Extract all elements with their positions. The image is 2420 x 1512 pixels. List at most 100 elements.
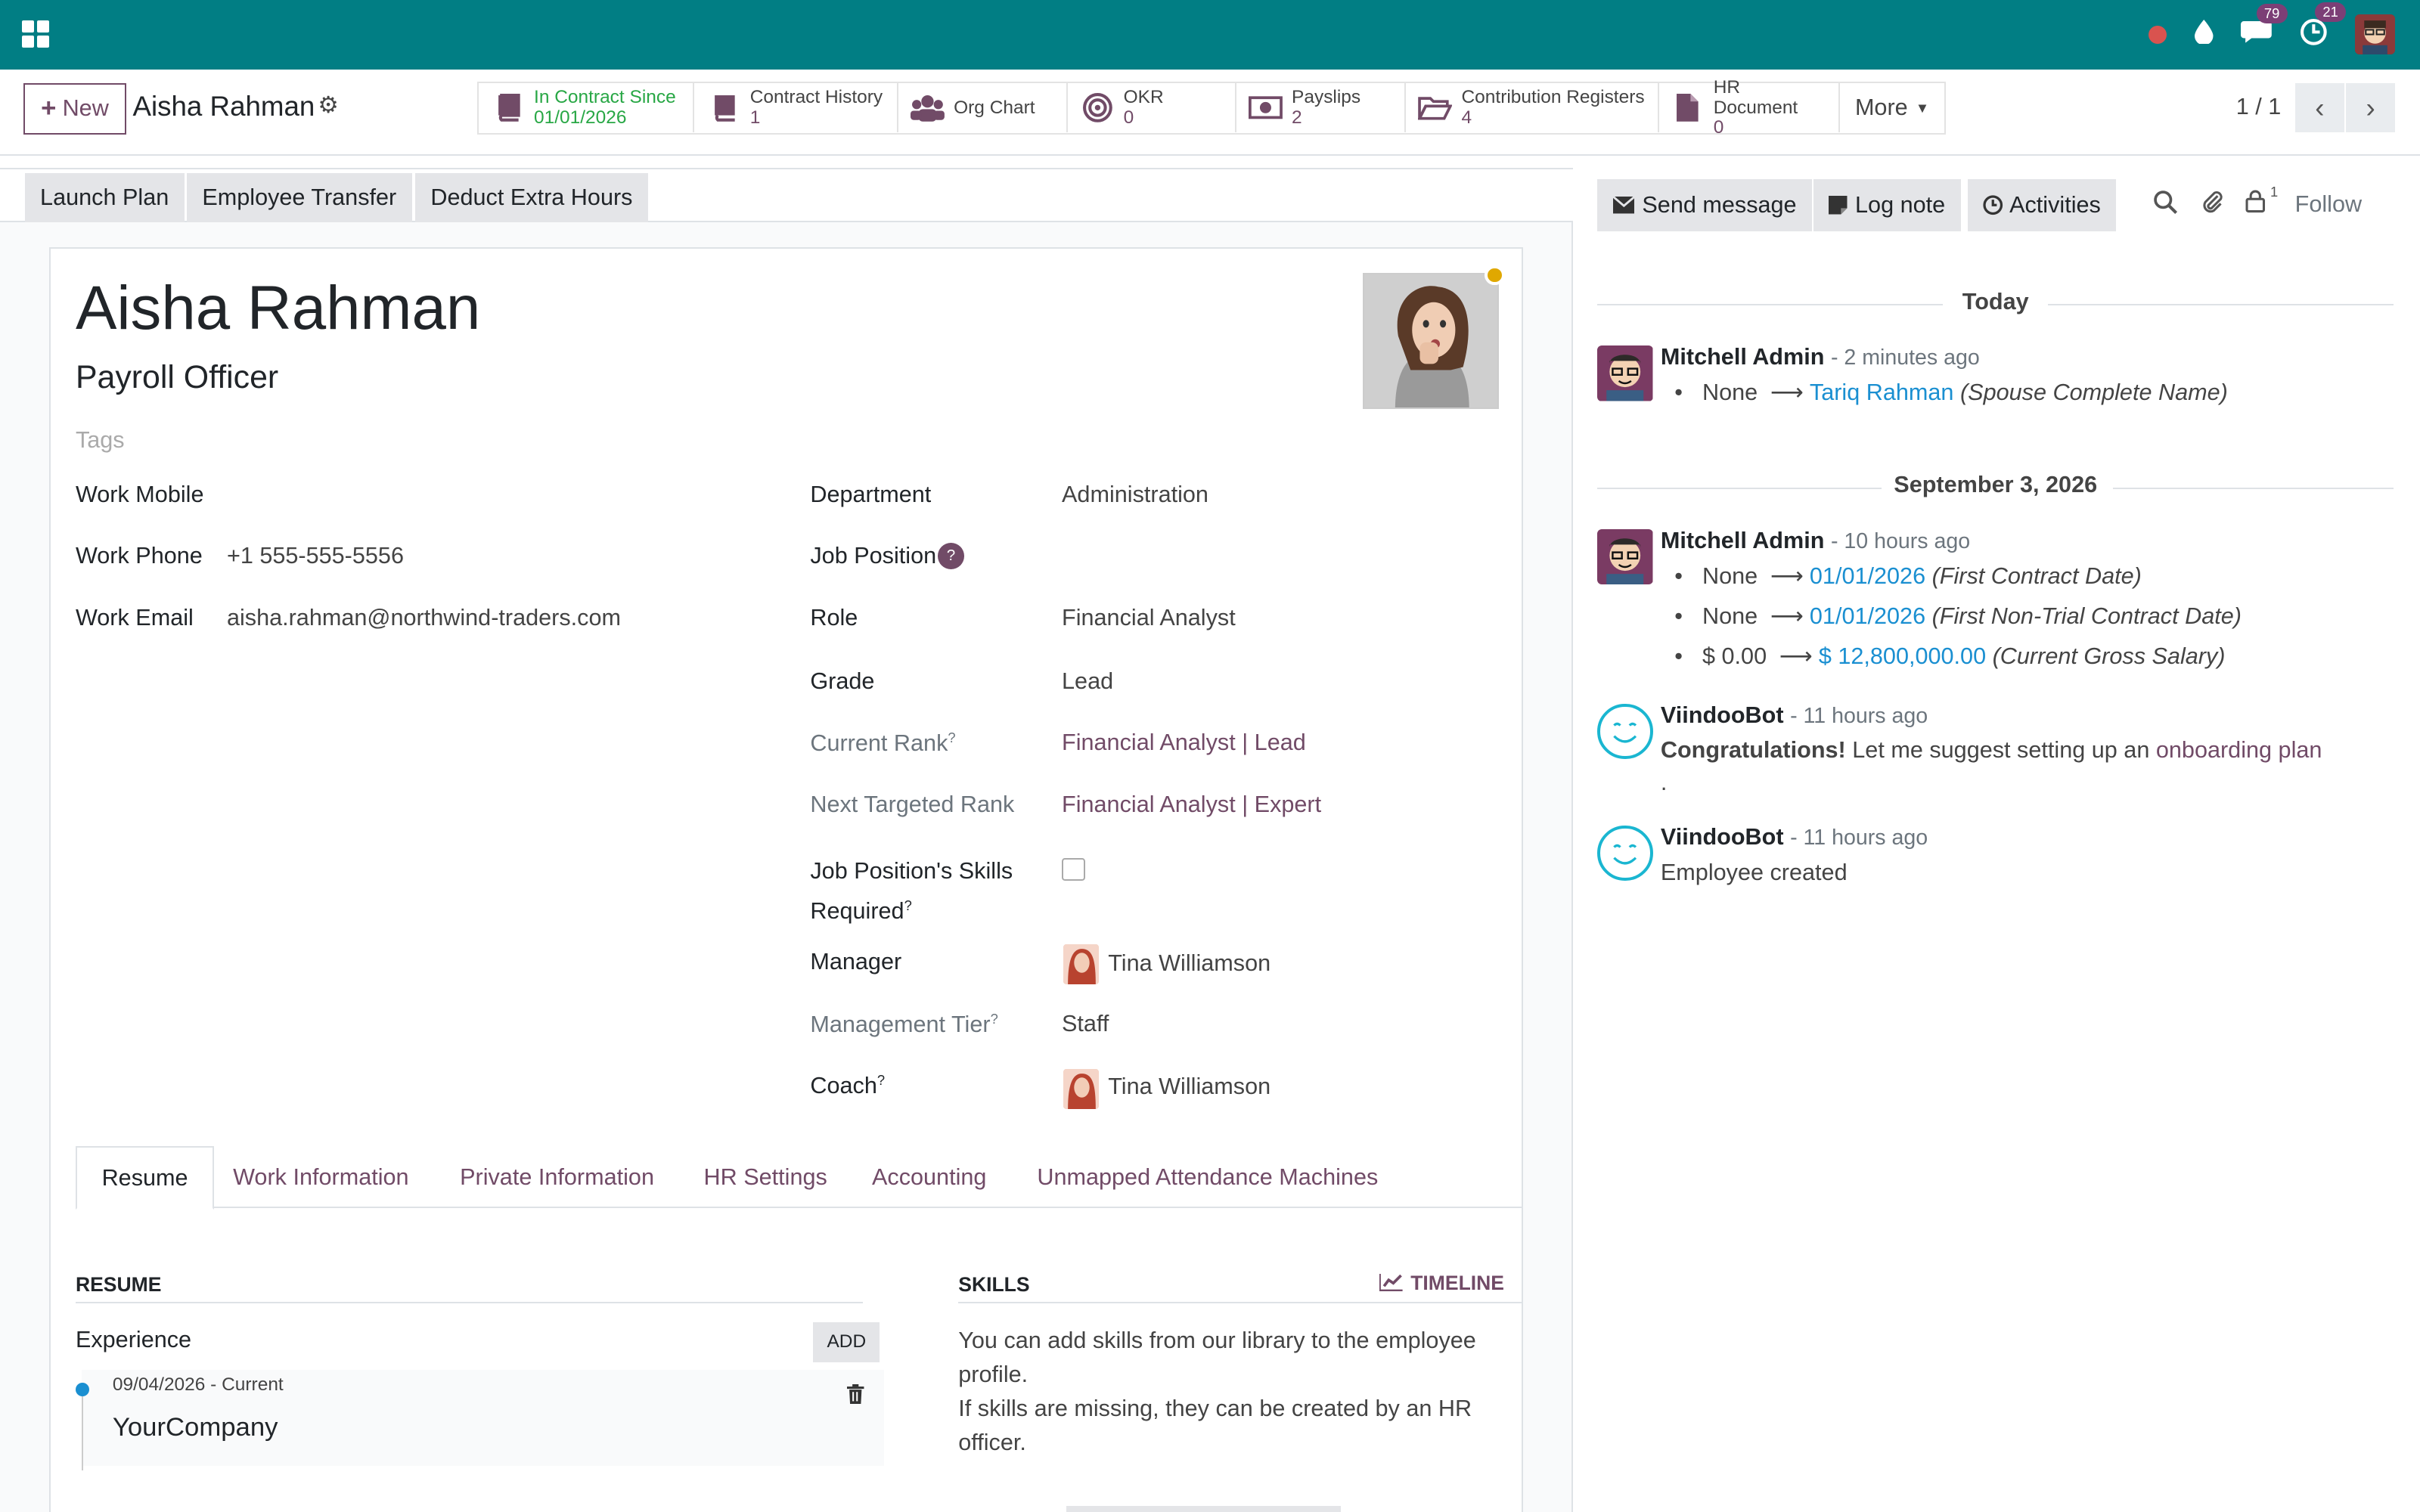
tracking-change: • None ⟶ Tariq Rahman (Spouse Complete Nam… xyxy=(1674,380,2228,406)
paperclip-icon[interactable] xyxy=(2201,190,2226,221)
tab-unmapped-attendance-machines[interactable]: Unmapped Attendance Machines xyxy=(1013,1146,1403,1208)
new-value: Tariq Rahman xyxy=(1809,380,1954,406)
contract-history-value: 1 xyxy=(749,107,761,128)
tooltip-mark[interactable]: ? xyxy=(991,1011,998,1027)
contract-since-value: 01/01/2026 xyxy=(534,107,627,128)
employee-name-field[interactable]: Aisha Rahman xyxy=(76,273,480,344)
tab-work-information[interactable]: Work Information xyxy=(208,1146,433,1208)
manager-field[interactable]: Tina Williamson xyxy=(1108,950,1270,977)
tab-accounting[interactable]: Accounting xyxy=(847,1146,1011,1208)
message-time: - 11 hours ago xyxy=(1790,703,1928,728)
deduct-extra-hours-button[interactable]: Deduct Extra Hours xyxy=(414,172,648,222)
job-title-field[interactable]: Payroll Officer xyxy=(76,359,278,396)
launch-plan-button[interactable]: Launch Plan xyxy=(24,172,185,222)
resume-divider xyxy=(75,1302,863,1304)
okr-label: OKR xyxy=(1123,87,1164,108)
message-text: Let me suggest setting up an xyxy=(1852,737,2150,764)
role-label: Role xyxy=(810,604,858,631)
smart-button-okr[interactable]: OKR 0 xyxy=(1068,83,1236,133)
tab-resume[interactable]: Resume xyxy=(75,1146,215,1210)
users-icon xyxy=(910,92,945,123)
smart-button-payslips[interactable]: Payslips 2 xyxy=(1236,83,1407,133)
work-email-field[interactable]: aisha.rahman@northwind-traders.com xyxy=(227,605,621,631)
tracking-change: • None ⟶ 01/01/2026 (First Non-Trial Contr… xyxy=(1674,603,2242,629)
smart-button-org-chart[interactable]: Org Chart xyxy=(898,83,1069,133)
new-record-button[interactable]: + New xyxy=(23,83,127,135)
pager-previous-button[interactable]: ‹ xyxy=(2294,83,2344,133)
employee-transfer-button[interactable]: Employee Transfer xyxy=(186,172,412,222)
activities-button[interactable]: Activities xyxy=(1968,178,2117,232)
author-avatar[interactable] xyxy=(1597,528,1653,585)
next-targeted-rank-field[interactable]: Financial Analyst | Expert xyxy=(1062,792,1321,818)
hr-document-value: 0 xyxy=(1713,117,1724,138)
role-field[interactable]: Financial Analyst xyxy=(1062,605,1236,631)
bot-avatar[interactable] xyxy=(1597,825,1653,881)
smart-button-hr-document[interactable]: HR Document 0 xyxy=(1658,77,1840,138)
job-position-field[interactable] xyxy=(1062,543,1494,571)
send-message-button[interactable]: Send message xyxy=(1597,178,1812,232)
author-name[interactable]: ViindooBot xyxy=(1661,702,1784,728)
author-avatar[interactable] xyxy=(1597,345,1653,401)
timeline-button[interactable]: TIMELINE xyxy=(1378,1271,1504,1295)
tags-input[interactable]: Tags xyxy=(76,427,125,454)
management-tier-field[interactable]: Staff xyxy=(1062,1011,1109,1037)
smart-button-contribution-registers[interactable]: Contribution Registers 4 xyxy=(1406,83,1659,133)
author-name[interactable]: Mitchell Admin xyxy=(1661,528,1825,553)
current-rank-field[interactable]: Financial Analyst | Lead xyxy=(1062,730,1306,756)
timeline-dot xyxy=(75,1382,90,1396)
messages-icon[interactable]: 79 xyxy=(2241,4,2288,51)
job-position-label-text: Job Position xyxy=(810,543,937,569)
gear-icon[interactable]: ⚙ xyxy=(318,92,338,119)
okr-value: 0 xyxy=(1123,107,1134,128)
pager-value[interactable]: 1 / 1 xyxy=(2236,94,2282,120)
message-time: - 10 hours ago xyxy=(1830,528,1971,553)
tooltip-mark[interactable]: ? xyxy=(877,1072,885,1088)
manager-label: Manager xyxy=(810,949,902,975)
smart-button-contract-history[interactable]: Contract History 1 xyxy=(694,83,898,133)
form-sheet: Aisha Rahman Payroll Officer Tags Work M… xyxy=(49,246,1524,1512)
department-field[interactable]: Administration xyxy=(1062,482,1208,508)
grade-field[interactable]: Lead xyxy=(1062,668,1113,695)
timeline-label: TIMELINE xyxy=(1410,1271,1504,1294)
followers-lock-icon[interactable]: 1 xyxy=(2245,184,2278,219)
book-icon xyxy=(707,92,741,123)
pager-next-button[interactable]: › xyxy=(2346,83,2396,133)
tracking-change: • $ 0.00 ⟶ $ 12,800,000.00 (Current Gross … xyxy=(1674,643,2226,669)
more-smart-buttons-dropdown[interactable]: More ▼ xyxy=(1839,83,1945,133)
org-chart-label: Org Chart xyxy=(954,97,1035,118)
coach-field[interactable]: Tina Williamson xyxy=(1108,1074,1270,1100)
message-body: Employee created xyxy=(1660,859,1848,885)
activities-clock-icon[interactable]: 21 xyxy=(2300,2,2347,52)
follow-button[interactable]: Follow xyxy=(2295,191,2362,218)
tab-hr-settings[interactable]: HR Settings xyxy=(679,1146,852,1208)
pick-skills-button[interactable] xyxy=(1066,1505,1342,1512)
work-phone-label: Work Phone xyxy=(75,543,203,569)
form-statusbar: Launch Plan Employee Transfer Deduct Ext… xyxy=(0,168,1573,222)
tooltip-mark[interactable]: ? xyxy=(948,730,955,745)
help-icon[interactable]: ? xyxy=(938,543,964,569)
smart-button-contract-since[interactable]: In Contract Since 01/01/2026 xyxy=(478,83,695,133)
work-phone-field[interactable]: +1 555-555-5556 xyxy=(227,543,404,569)
record-status-icon[interactable] xyxy=(2148,25,2167,45)
drop-icon[interactable] xyxy=(2195,19,2214,51)
author-name[interactable]: ViindooBot xyxy=(1661,824,1784,850)
resume-line-dates: 09/04/2026 - Current xyxy=(112,1374,284,1396)
contribution-registers-label: Contribution Registers xyxy=(1461,87,1645,108)
employee-photo[interactable] xyxy=(1362,273,1499,409)
author-name[interactable]: Mitchell Admin xyxy=(1661,344,1825,370)
onboarding-plan-link[interactable]: onboarding plan xyxy=(2156,737,2322,763)
user-avatar[interactable] xyxy=(2355,14,2396,55)
add-resume-line-button[interactable]: ADD xyxy=(813,1321,880,1362)
activities-count-badge: 21 xyxy=(2315,2,2347,23)
clock-icon xyxy=(1983,195,2003,215)
apps-menu-icon[interactable] xyxy=(21,20,50,48)
log-note-button[interactable]: Log note xyxy=(1813,178,1961,232)
skills-helper-line2: If skills are missing, they can be creat… xyxy=(958,1395,1472,1455)
trash-icon[interactable] xyxy=(847,1383,864,1410)
skills-required-checkbox[interactable] xyxy=(1062,857,1085,881)
search-icon[interactable] xyxy=(2153,190,2178,221)
new-button-label: New xyxy=(62,95,109,122)
tooltip-mark[interactable]: ? xyxy=(904,897,912,913)
bot-avatar[interactable] xyxy=(1597,703,1653,760)
tab-private-information[interactable]: Private Information xyxy=(435,1146,678,1208)
